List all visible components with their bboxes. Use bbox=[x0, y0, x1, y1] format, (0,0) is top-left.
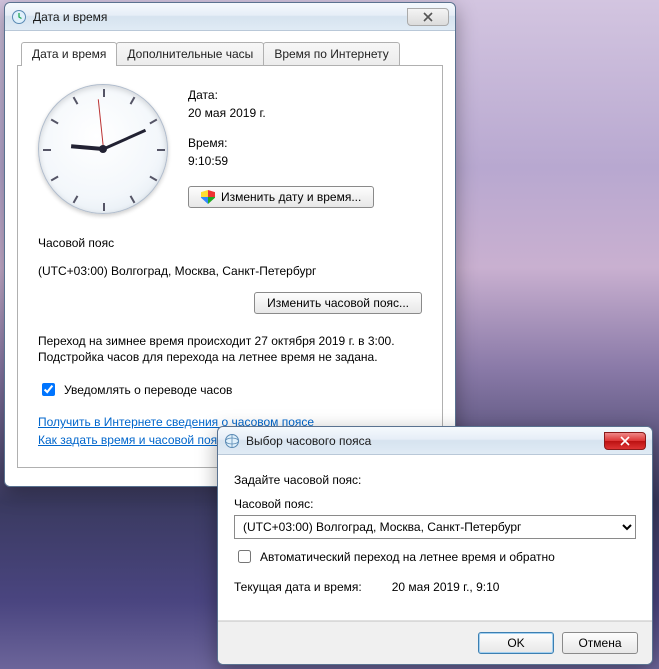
change-timezone-button[interactable]: Изменить часовой пояс... bbox=[254, 292, 422, 314]
ok-button[interactable]: OK bbox=[478, 632, 554, 654]
change-datetime-button[interactable]: Изменить дату и время... bbox=[188, 186, 374, 208]
notify-label: Уведомлять о переводе часов bbox=[64, 383, 232, 397]
cancel-button[interactable]: Отмена bbox=[562, 632, 638, 654]
dialog-footer: OK Отмена bbox=[218, 621, 652, 664]
date-label: Дата: bbox=[188, 88, 374, 102]
analog-clock bbox=[38, 84, 168, 214]
dst-info-2: Подстройка часов для перехода на летнее … bbox=[38, 350, 422, 364]
timezone-value: (UTC+03:00) Волгоград, Москва, Санкт-Пет… bbox=[38, 264, 422, 278]
auto-dst-row[interactable]: Автоматический переход на летнее время и… bbox=[234, 547, 636, 566]
date-value: 20 мая 2019 г. bbox=[188, 106, 374, 120]
dialog-title: Выбор часового пояса bbox=[246, 434, 598, 448]
tz-select[interactable]: (UTC+03:00) Волгоград, Москва, Санкт-Пет… bbox=[234, 515, 636, 539]
window-title: Дата и время bbox=[33, 10, 401, 24]
change-datetime-label: Изменить дату и время... bbox=[221, 190, 361, 204]
clock-icon bbox=[11, 9, 27, 25]
notify-checkbox[interactable] bbox=[42, 383, 55, 396]
tab-content: Дата: 20 мая 2019 г. Время: 9:10:59 Изме… bbox=[17, 66, 443, 468]
titlebar[interactable]: Выбор часового пояса bbox=[218, 427, 652, 455]
close-button[interactable] bbox=[604, 432, 646, 450]
now-value: 20 мая 2019 г., 9:10 bbox=[392, 580, 500, 594]
tz-label: Часовой пояс: bbox=[234, 497, 636, 511]
globe-icon bbox=[224, 433, 240, 449]
timezone-heading: Часовой пояс bbox=[38, 236, 422, 250]
dst-info-1: Переход на зимнее время происходит 27 ок… bbox=[38, 334, 422, 348]
titlebar[interactable]: Дата и время bbox=[5, 3, 455, 31]
link-howto[interactable]: Как задать время и часовой пояс? bbox=[38, 433, 230, 447]
change-timezone-label: Изменить часовой пояс... bbox=[267, 296, 409, 310]
timezone-dialog: Выбор часового пояса Задайте часовой поя… bbox=[217, 426, 653, 665]
tab-internet-time[interactable]: Время по Интернету bbox=[263, 42, 399, 65]
auto-dst-checkbox[interactable] bbox=[238, 550, 251, 563]
tabstrip: Дата и время Дополнительные часы Время п… bbox=[17, 41, 443, 66]
time-label: Время: bbox=[188, 136, 374, 150]
date-time-window: Дата и время Дата и время Дополнительные… bbox=[4, 2, 456, 487]
dialog-prompt: Задайте часовой пояс: bbox=[234, 473, 636, 487]
notify-checkbox-row[interactable]: Уведомлять о переводе часов bbox=[38, 380, 422, 399]
tab-additional-clocks[interactable]: Дополнительные часы bbox=[116, 42, 264, 65]
auto-dst-label: Автоматический переход на летнее время и… bbox=[260, 550, 555, 564]
shield-icon bbox=[201, 190, 215, 204]
time-value: 9:10:59 bbox=[188, 154, 374, 168]
tab-date-time[interactable]: Дата и время bbox=[21, 42, 117, 66]
close-button[interactable] bbox=[407, 8, 449, 26]
now-label: Текущая дата и время: bbox=[234, 580, 362, 594]
